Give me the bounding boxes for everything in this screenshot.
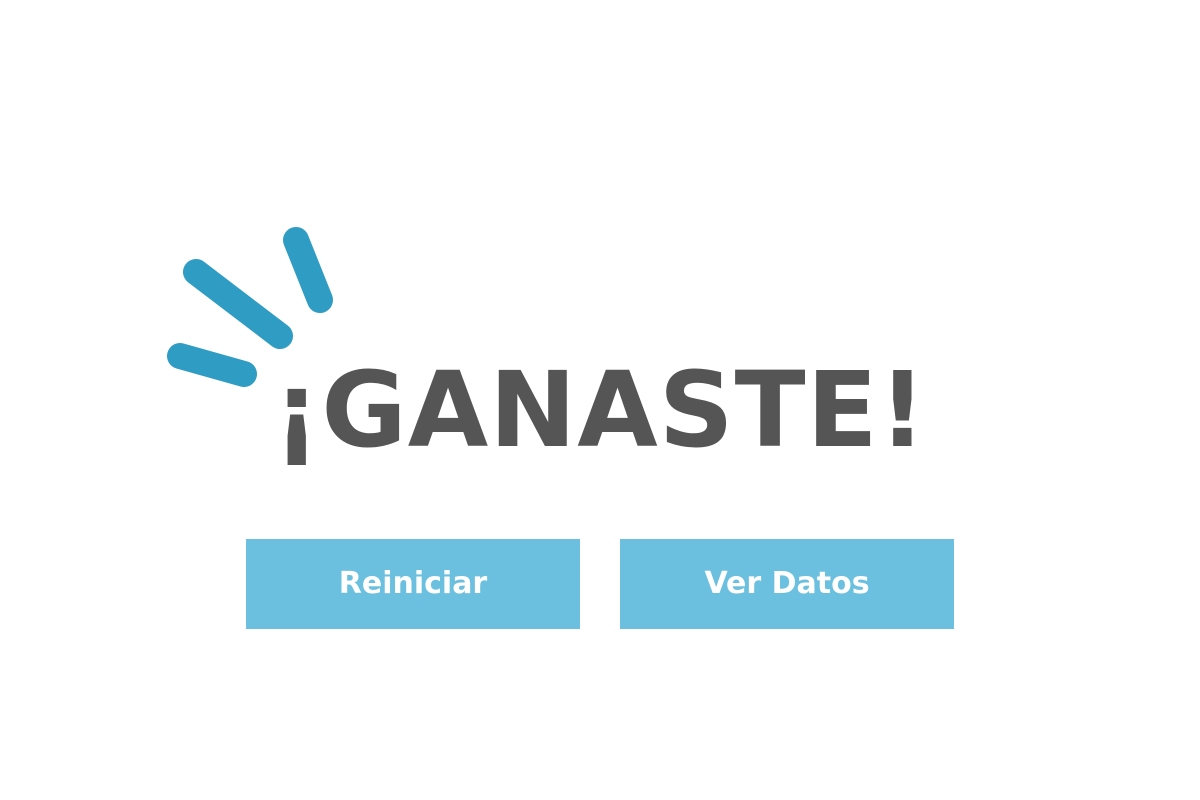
win-screen: ¡GANASTE! Reiniciar Ver Datos xyxy=(0,0,1200,800)
win-title: ¡GANASTE! xyxy=(272,349,928,471)
view-data-button[interactable]: Ver Datos xyxy=(620,539,954,629)
restart-button[interactable]: Reiniciar xyxy=(246,539,580,629)
burst-stroke-top xyxy=(283,227,333,313)
burst-stroke-middle xyxy=(183,259,293,349)
